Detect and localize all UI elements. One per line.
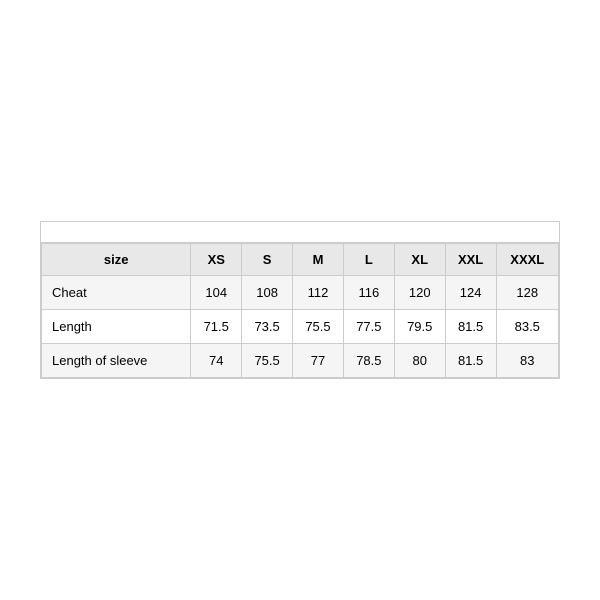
cell-2-6: 83 xyxy=(496,344,558,378)
cell-2-1: 75.5 xyxy=(242,344,293,378)
cell-1-1: 73.5 xyxy=(242,310,293,344)
size-table: sizeXSSMLXLXXLXXXL Cheat1041081121161201… xyxy=(41,243,559,378)
cell-0-5: 124 xyxy=(445,276,496,310)
cell-0-3: 116 xyxy=(343,276,394,310)
table-title xyxy=(41,222,559,243)
row-label-2: Length of sleeve xyxy=(42,344,191,378)
cell-1-5: 81.5 xyxy=(445,310,496,344)
header-xxxl: XXXL xyxy=(496,244,558,276)
header-xxl: XXL xyxy=(445,244,496,276)
header-xs: XS xyxy=(191,244,242,276)
cell-2-5: 81.5 xyxy=(445,344,496,378)
cell-2-0: 74 xyxy=(191,344,242,378)
table-body: Cheat104108112116120124128Length71.573.5… xyxy=(42,276,559,378)
cell-0-2: 112 xyxy=(293,276,344,310)
header-s: S xyxy=(242,244,293,276)
cell-0-1: 108 xyxy=(242,276,293,310)
cell-2-4: 80 xyxy=(394,344,445,378)
cell-2-2: 77 xyxy=(293,344,344,378)
header-xl: XL xyxy=(394,244,445,276)
size-chart-container: sizeXSSMLXLXXLXXXL Cheat1041081121161201… xyxy=(40,221,560,379)
cell-1-4: 79.5 xyxy=(394,310,445,344)
cell-1-3: 77.5 xyxy=(343,310,394,344)
cell-0-0: 104 xyxy=(191,276,242,310)
table-header-row: sizeXSSMLXLXXLXXXL xyxy=(42,244,559,276)
cell-2-3: 78.5 xyxy=(343,344,394,378)
row-label-0: Cheat xyxy=(42,276,191,310)
cell-0-6: 128 xyxy=(496,276,558,310)
cell-0-4: 120 xyxy=(394,276,445,310)
table-row: Length71.573.575.577.579.581.583.5 xyxy=(42,310,559,344)
table-row: Cheat104108112116120124128 xyxy=(42,276,559,310)
cell-1-2: 75.5 xyxy=(293,310,344,344)
row-label-1: Length xyxy=(42,310,191,344)
cell-1-0: 71.5 xyxy=(191,310,242,344)
table-row: Length of sleeve7475.57778.58081.583 xyxy=(42,344,559,378)
header-size: size xyxy=(42,244,191,276)
header-l: L xyxy=(343,244,394,276)
cell-1-6: 83.5 xyxy=(496,310,558,344)
header-m: M xyxy=(293,244,344,276)
